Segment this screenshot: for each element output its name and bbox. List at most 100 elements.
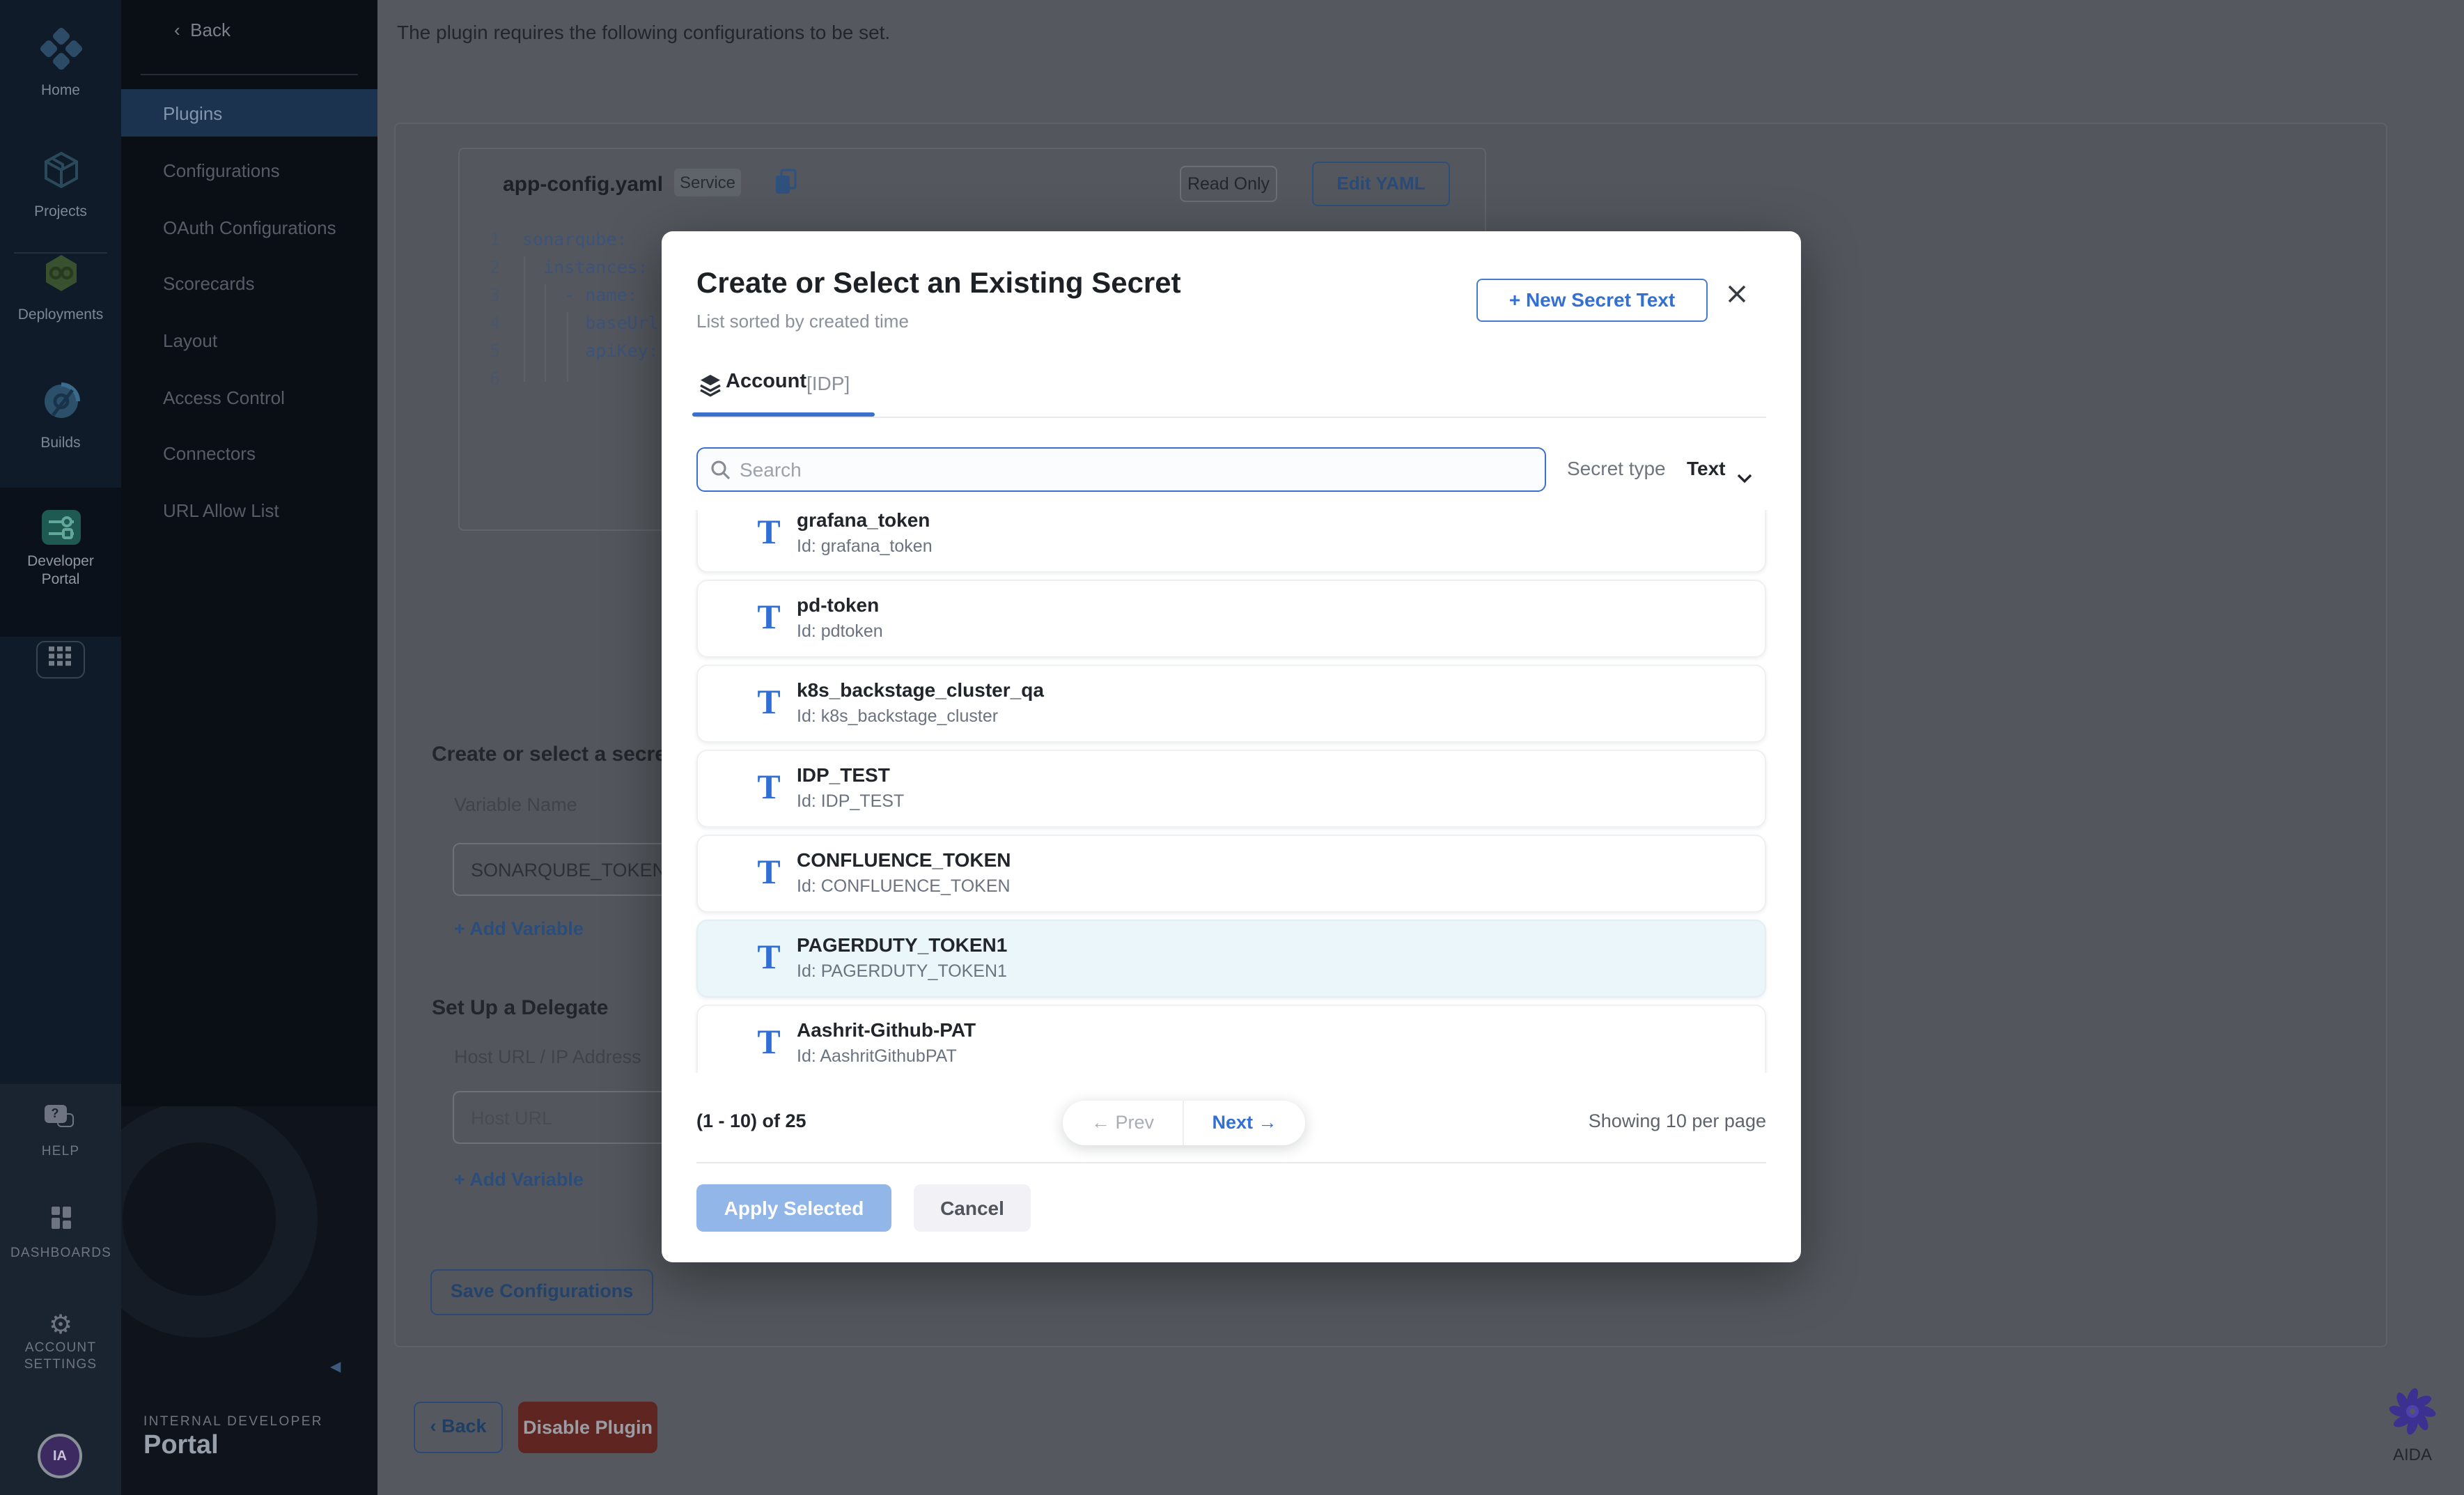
secret-row-CONFLUENCE_TOKEN[interactable]: T CONFLUENCE_TOKEN Id: CONFLUENCE_TOKEN [696, 835, 1766, 913]
chevron-left-icon: ‹ [430, 1416, 436, 1436]
service-badge: Service [674, 169, 741, 196]
secret-type-label: Secret type [1567, 457, 1666, 479]
sidebar-item-projects[interactable]: Projects [0, 149, 121, 223]
copy-icon[interactable] [774, 169, 798, 202]
nav-item-plugins[interactable]: Plugins [121, 89, 377, 137]
variable-name-label: Variable Name [454, 794, 577, 815]
host-url-label: Host URL / IP Address [454, 1046, 641, 1067]
dashboards-icon [47, 1207, 74, 1232]
delegate-heading: Set Up a Delegate [432, 996, 608, 1020]
next-page-button[interactable]: Next → [1184, 1101, 1305, 1145]
builds-icon [40, 404, 81, 428]
grid-icon [48, 646, 73, 673]
add-variable-link[interactable]: + Add Variable [454, 1169, 584, 1190]
secret-row-pd-token[interactable]: T pd-token Id: pdtoken [696, 580, 1766, 658]
secret-type-value[interactable]: Text [1687, 457, 1726, 479]
search-box [696, 447, 1546, 492]
arrow-left-icon: ← [1091, 1112, 1110, 1133]
user-avatar[interactable]: IA [38, 1434, 82, 1478]
text-secret-icon: T [754, 516, 784, 552]
variable-name-input[interactable] [453, 843, 689, 896]
host-url-input[interactable] [453, 1091, 689, 1144]
secret-section-heading: Create or select a secret [432, 743, 673, 766]
read-only-button[interactable]: Read Only [1180, 166, 1277, 202]
home-icon [40, 52, 81, 75]
sidebar-item-home[interactable]: Home [0, 28, 121, 102]
search-input[interactable] [740, 451, 1520, 488]
nav-item-url-allow-list[interactable]: URL Allow List [163, 500, 279, 521]
text-secret-icon: T [754, 685, 784, 722]
help-icon: ? [44, 1105, 77, 1130]
edit-yaml-button[interactable]: Edit YAML [1312, 162, 1450, 206]
modal-subtitle: List sorted by created time [696, 311, 909, 332]
indent-guide [545, 284, 546, 382]
plus-icon: + [454, 918, 465, 939]
page: The plugin requires the following config… [0, 0, 2464, 1495]
pagination-pill: ← Prev Next → [1063, 1101, 1305, 1145]
brand-watermark [121, 1106, 318, 1338]
apply-selected-button[interactable]: Apply Selected [696, 1184, 891, 1232]
disable-plugin-button[interactable]: Disable Plugin [518, 1402, 657, 1453]
sidebar-item-deployments[interactable]: Deployments [0, 252, 121, 326]
text-secret-icon: T [754, 940, 784, 977]
aida-widget[interactable]: AIDA [2385, 1388, 2440, 1464]
gear-icon: ⚙ [49, 1310, 72, 1340]
tab-account-scope: [IDP] [806, 372, 850, 394]
text-secret-icon: T [754, 1025, 784, 1062]
modal-title: Create or Select an Existing Secret [696, 268, 1181, 301]
pagination-range: (1 - 10) of 25 [696, 1110, 806, 1131]
arrow-right-icon: → [1258, 1112, 1277, 1133]
new-secret-text-button[interactable]: + New Secret Text [1476, 279, 1708, 322]
aida-flower-icon [2389, 1417, 2436, 1441]
secret-row-Aashrit-Github-PAT[interactable]: T Aashrit-Github-PAT Id: AashritGithubPA… [696, 1005, 1766, 1073]
brand-line1: INTERNAL DEVELOPER [143, 1414, 323, 1430]
tab-baseline [696, 417, 1766, 418]
projects-icon [40, 173, 81, 196]
collapse-nav-icon[interactable]: ◀ [330, 1360, 341, 1375]
close-icon[interactable] [1726, 283, 1754, 311]
indent-guide [524, 256, 525, 382]
modal-footer-divider [696, 1162, 1766, 1163]
sidebar-item-account-settings[interactable]: ⚙ ACCOUNT SETTINGS [0, 1311, 121, 1375]
secret-select-modal: Create or Select an Existing Secret List… [662, 231, 1801, 1262]
secret-row-IDP_TEST[interactable]: T IDP_TEST Id: IDP_TEST [696, 750, 1766, 828]
search-icon [710, 460, 731, 481]
module-rail: Home Projects Deployments Builds [0, 0, 121, 1495]
layers-icon [699, 373, 722, 404]
plugin-config-intro: The plugin requires the following config… [397, 21, 890, 43]
nav-item-connectors[interactable]: Connectors [163, 443, 256, 464]
cancel-button[interactable]: Cancel [914, 1184, 1031, 1232]
prev-page-button[interactable]: ← Prev [1063, 1101, 1184, 1145]
aida-label: AIDA [2385, 1445, 2440, 1464]
nav-item-layout[interactable]: Layout [163, 330, 217, 351]
back-button[interactable]: ‹ Back [414, 1402, 503, 1453]
per-page-label: Showing 10 per page [1589, 1110, 1766, 1131]
chevron-down-icon[interactable] [1737, 465, 1752, 490]
secret-row-k8s_backstage_cluster_qa[interactable]: T k8s_backstage_cluster_qa Id: k8s_backs… [696, 665, 1766, 743]
text-secret-icon: T [754, 601, 784, 637]
sidebar-item-builds[interactable]: Builds [0, 380, 121, 454]
nav-item-configurations[interactable]: Configurations [163, 160, 280, 181]
secret-list: T grafana_token Id: grafana_token T pd-t… [692, 510, 1770, 1073]
sidebar-item-dashboards[interactable]: DASHBOARDS [0, 1207, 121, 1264]
nav-item-access-control[interactable]: Access Control [163, 387, 285, 408]
nav-divider [141, 74, 358, 75]
developer-portal-module: Developer Portal [0, 509, 121, 591]
add-variable-link[interactable]: + Add Variable [454, 918, 584, 939]
nav-item-oauth-configurations[interactable]: OAuth Configurations [163, 217, 336, 238]
text-secret-icon: T [754, 855, 784, 892]
nav-item-scorecards[interactable]: Scorecards [163, 273, 255, 294]
sidebar-item-developer-portal-active[interactable]: Developer Portal [0, 488, 121, 637]
save-configurations-button[interactable]: Save Configurations [430, 1269, 653, 1315]
secondary-nav: ‹ Back Plugins Configurations OAuth Conf… [121, 0, 377, 1495]
text-secret-icon: T [754, 770, 784, 807]
nav-back-button[interactable]: ‹ Back [174, 20, 231, 40]
secret-row-PAGERDUTY_TOKEN1-selected[interactable]: T PAGERDUTY_TOKEN1 Id: PAGERDUTY_TOKEN1 [696, 920, 1766, 998]
brand-line2: Portal [143, 1431, 219, 1462]
module-switcher-button[interactable] [36, 641, 85, 679]
sidebar-item-help[interactable]: ? HELP [0, 1105, 121, 1162]
tab-account[interactable]: Account [726, 371, 806, 393]
yaml-filename: app-config.yaml [503, 173, 663, 196]
nav-footer: ◀ INTERNAL DEVELOPER Portal [121, 1106, 377, 1495]
secret-row-grafana_token[interactable]: T grafana_token Id: grafana_token [696, 510, 1766, 573]
